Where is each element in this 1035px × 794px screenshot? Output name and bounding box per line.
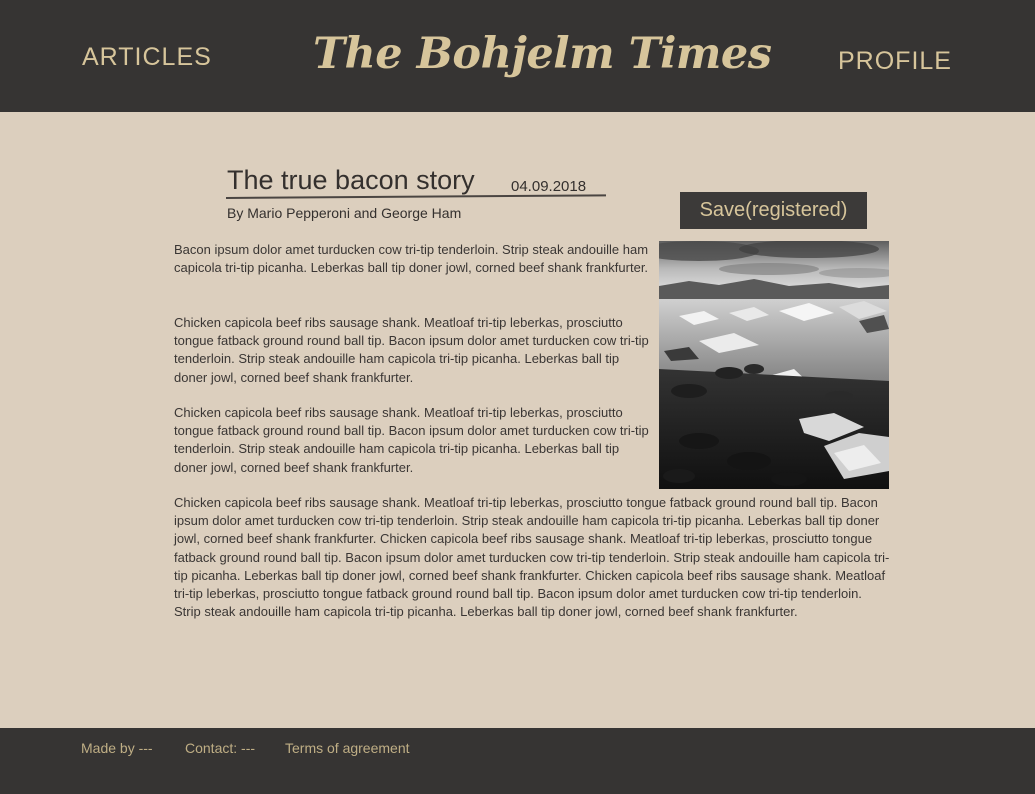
site-header: ARTICLES The Bohjelm Times PROFILE [0,0,1035,112]
site-footer: Made by --- Contact: --- Terms of agreem… [0,728,1035,794]
site-title-logo[interactable]: The Bohjelm Times [313,24,772,84]
article-paragraph: Chicken capicola beef ribs sausage shank… [174,495,890,620]
article-paragraph: Chicken capicola beef ribs sausage shank… [174,405,649,475]
footer-contact: Contact: --- [185,740,256,756]
save-button[interactable]: Save(registered) [680,192,867,229]
nav-profile-link[interactable]: PROFILE [838,47,952,76]
article-photo [659,241,889,489]
article-date: 04.09.2018 [511,178,587,195]
article-title: The true bacon story [227,165,475,195]
article-byline: By Mario Pepperoni and George Ham [227,205,462,221]
article-paragraph: Bacon ipsum dolor amet turducken cow tri… [174,242,649,276]
nav-articles-link[interactable]: ARTICLES [82,43,212,72]
footer-terms-link[interactable]: Terms of agreement [285,740,410,756]
footer-made-by: Made by --- [81,740,153,756]
article-paragraph: Chicken capicola beef ribs sausage shank… [174,315,649,385]
glacier-lagoon-image [659,241,889,489]
